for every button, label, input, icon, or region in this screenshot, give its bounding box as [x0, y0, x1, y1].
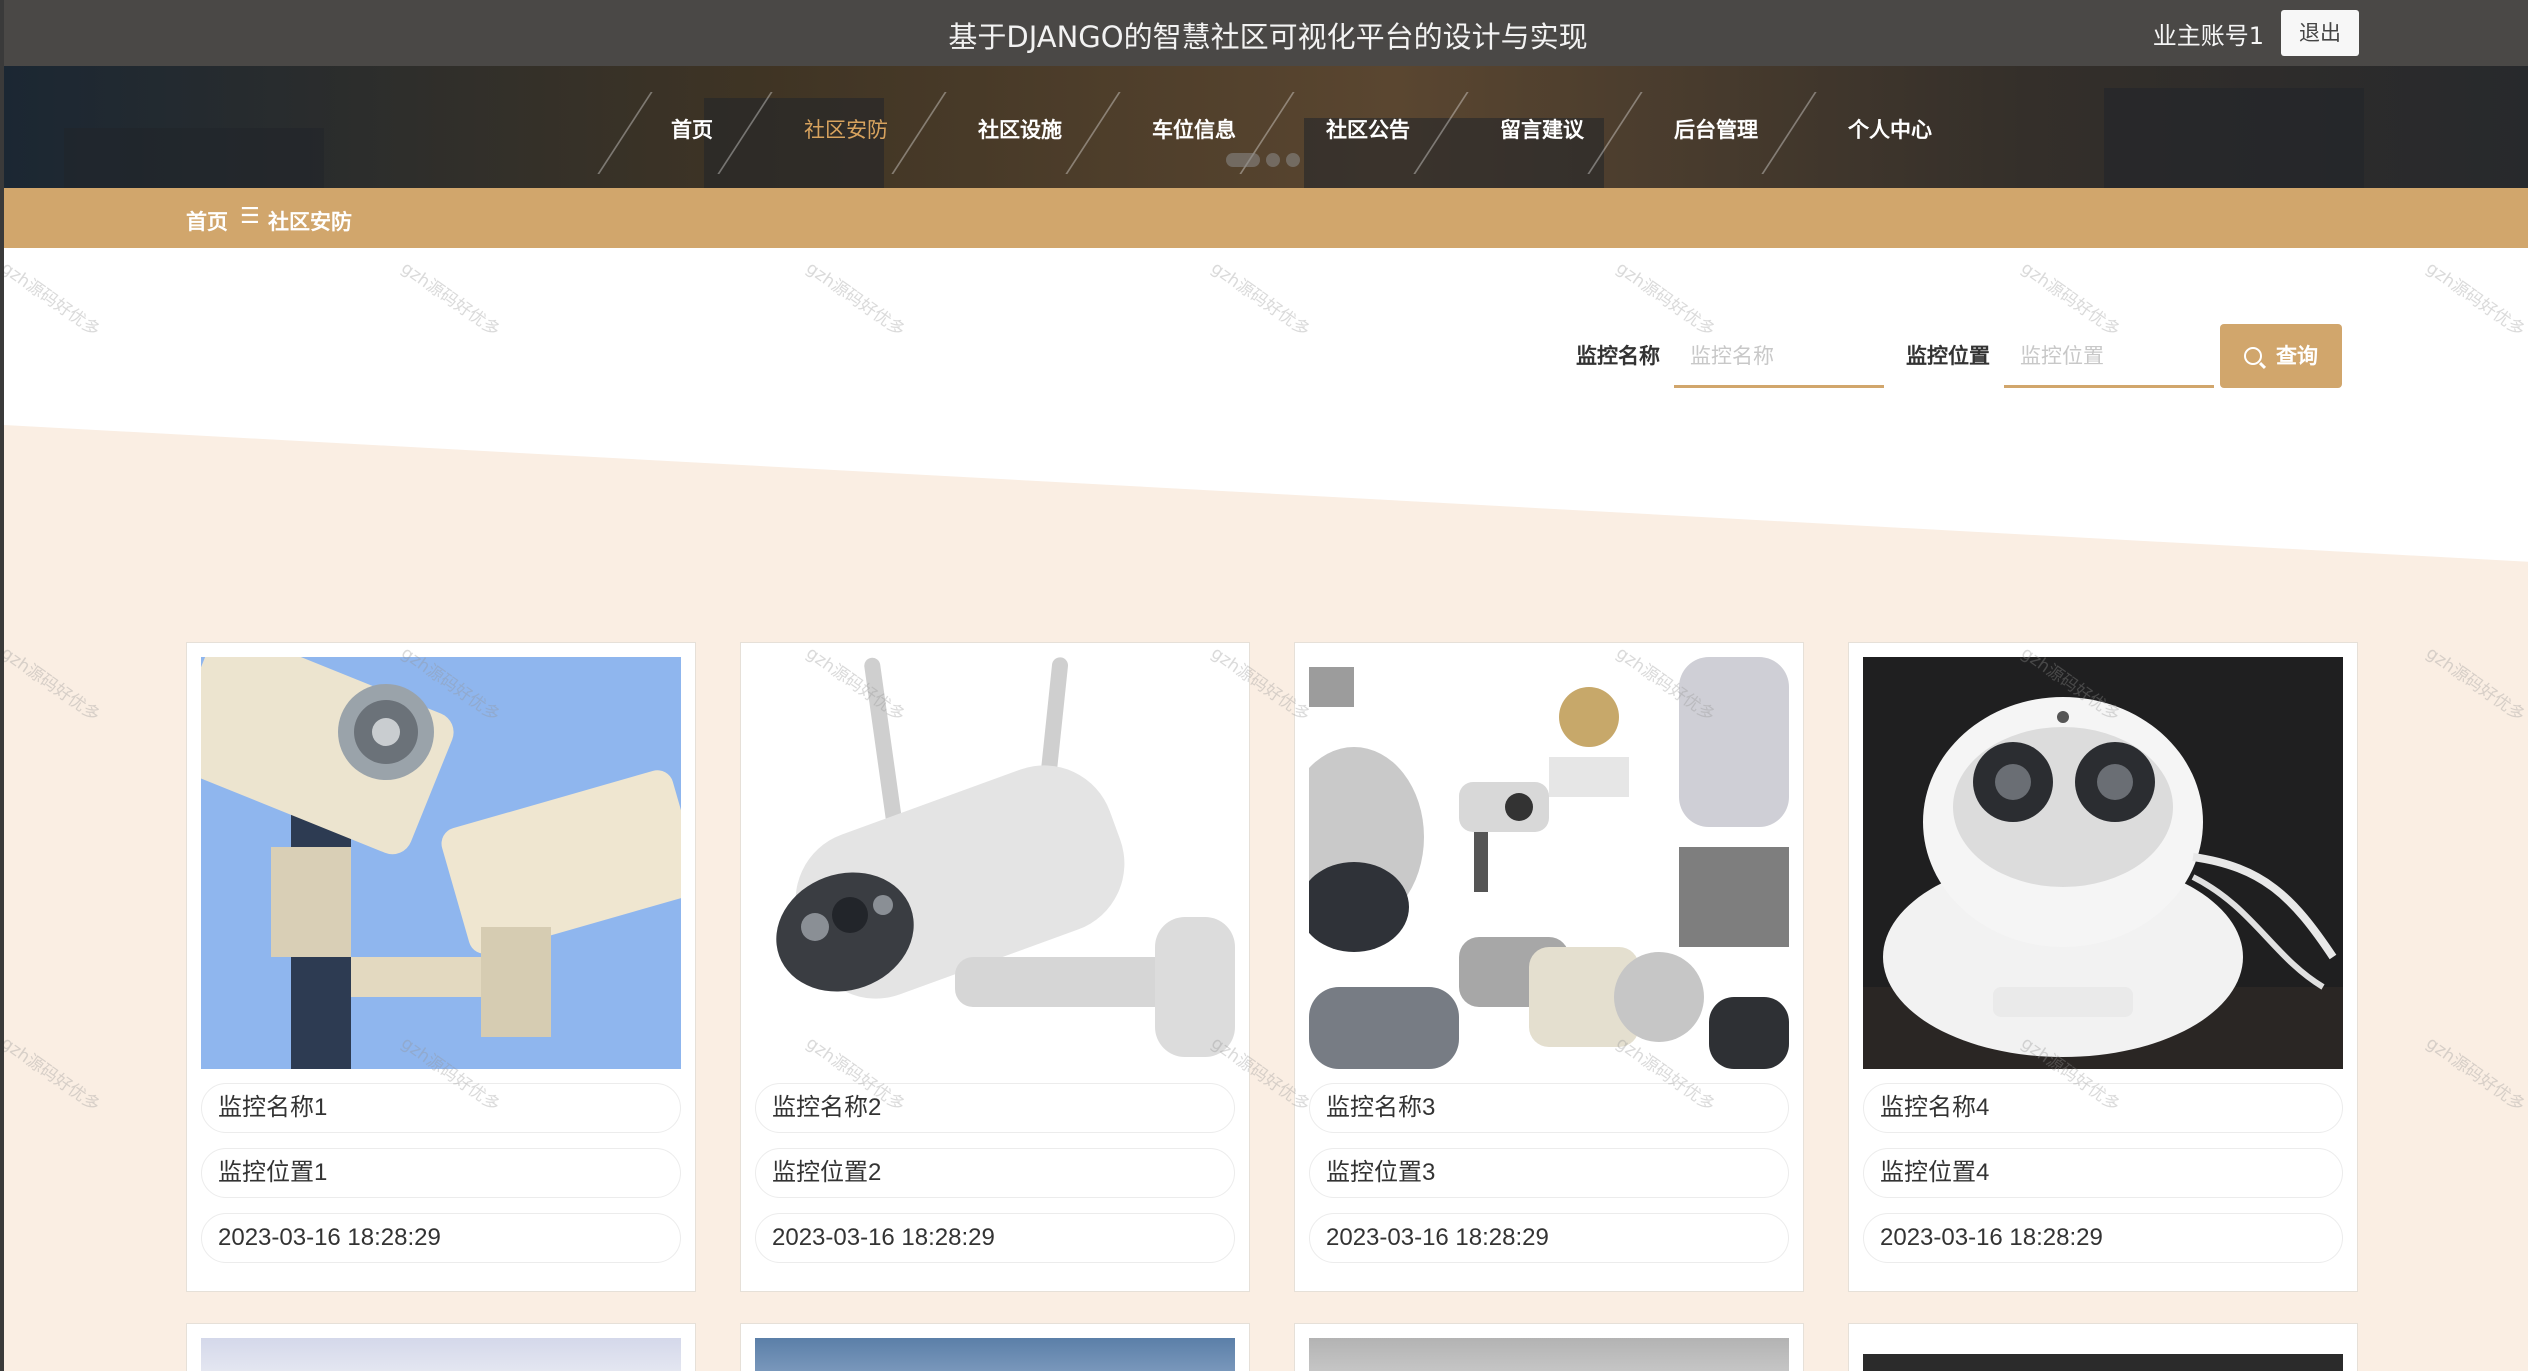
site-title: 基于DJANGO的智慧社区可视化平台的设计与实现 [948, 20, 1588, 54]
camera-location: 监控位置3 [1309, 1148, 1789, 1198]
camera-image [1863, 657, 2343, 1069]
breadcrumb: 首页 ☰ 社区安防 [4, 188, 2528, 248]
menu-icon: ☰ [240, 204, 260, 229]
camera-image [1863, 1338, 2343, 1371]
breadcrumb-current: 社区安防 [268, 210, 352, 234]
search-icon [2244, 347, 2262, 365]
camera-name: 监控名称2 [755, 1083, 1235, 1133]
camera-name: 监控名称1 [201, 1083, 681, 1133]
camera-time: 2023-03-16 18:28:29 [1309, 1213, 1789, 1263]
camera-card-partial[interactable] [740, 1323, 1250, 1371]
nav-item-facilities[interactable]: 社区设施 [978, 114, 1062, 144]
camera-card[interactable]: 监控名称3 监控位置3 2023-03-16 18:28:29 [1294, 642, 1804, 1292]
camera-card[interactable]: 监控名称2 监控位置2 2023-03-16 18:28:29 [740, 642, 1250, 1292]
query-button-label: 查询 [2276, 344, 2318, 368]
camera-location: 监控位置2 [755, 1148, 1235, 1198]
camera-image [1309, 657, 1789, 1069]
nav-item-admin[interactable]: 后台管理 [1674, 114, 1758, 144]
camera-location: 监控位置1 [201, 1148, 681, 1198]
camera-time: 2023-03-16 18:28:29 [1863, 1213, 2343, 1263]
watermark: gzh源码好优多 [1207, 258, 1314, 341]
search-location-input[interactable] [2004, 326, 2214, 388]
camera-image [1309, 1338, 1789, 1371]
nav-item-parking[interactable]: 车位信息 [1152, 114, 1236, 144]
watermark: gzh源码好优多 [0, 258, 104, 341]
logout-button[interactable]: 退出 [2281, 10, 2359, 56]
camera-name: 监控名称4 [1863, 1083, 2343, 1133]
nav-banner: 首页 社区安防 社区设施 车位信息 社区公告 留言建议 后台管理 个人中心 [4, 66, 2528, 188]
search-name-input[interactable] [1674, 326, 1884, 388]
watermark: gzh源码好优多 [2422, 258, 2528, 341]
nav-item-announcements[interactable]: 社区公告 [1326, 114, 1410, 144]
camera-name: 监控名称3 [1309, 1083, 1789, 1133]
watermark: gzh源码好优多 [802, 258, 909, 341]
nav-item-security[interactable]: 社区安防 [804, 114, 888, 144]
camera-time: 2023-03-16 18:28:29 [201, 1213, 681, 1263]
camera-image [201, 1338, 681, 1371]
app-window: 基于DJANGO的智慧社区可视化平台的设计与实现 业主账号1 退出 首页 社区安… [0, 0, 2528, 1371]
account-name[interactable]: 业主账号1 [2153, 16, 2264, 51]
camera-card[interactable]: 监控名称4 监控位置4 2023-03-16 18:28:29 [1848, 642, 2358, 1292]
carousel-dots[interactable] [1226, 152, 1306, 171]
nav-item-profile[interactable]: 个人中心 [1848, 114, 1932, 144]
top-bar: 基于DJANGO的智慧社区可视化平台的设计与实现 业主账号1 退出 [4, 0, 2528, 66]
camera-image [755, 1338, 1235, 1371]
nav-item-suggestions[interactable]: 留言建议 [1500, 114, 1584, 144]
camera-time: 2023-03-16 18:28:29 [755, 1213, 1235, 1263]
camera-image [755, 657, 1235, 1069]
search-location-label: 监控位置 [1906, 344, 1990, 368]
camera-card-partial[interactable] [1294, 1323, 1804, 1371]
nav-item-home[interactable]: 首页 [671, 114, 713, 144]
search-name-label: 监控名称 [1576, 344, 1660, 368]
watermark: gzh源码好优多 [397, 258, 504, 341]
query-button[interactable]: 查询 [2220, 324, 2342, 388]
camera-card-partial[interactable] [1848, 1323, 2358, 1371]
camera-card-partial[interactable] [186, 1323, 696, 1371]
camera-image [201, 657, 681, 1069]
camera-card[interactable]: 监控名称1 监控位置1 2023-03-16 18:28:29 [186, 642, 696, 1292]
breadcrumb-home[interactable]: 首页 [186, 206, 228, 236]
camera-location: 监控位置4 [1863, 1148, 2343, 1198]
